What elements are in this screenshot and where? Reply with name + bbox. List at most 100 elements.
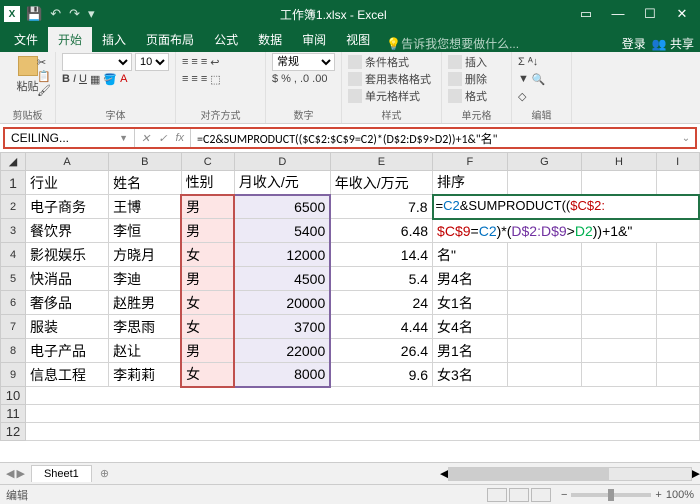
currency-icon[interactable]: $ [272, 73, 278, 85]
cell[interactable]: 5.4 [330, 267, 432, 291]
scroll-left-icon[interactable]: ◀ [440, 467, 448, 480]
tab-review[interactable]: 审阅 [292, 27, 336, 52]
cell[interactable]: 服装 [26, 315, 109, 339]
autosum-icon[interactable]: Σ [518, 56, 525, 68]
cell[interactable]: 男1名 [433, 339, 508, 363]
col-header[interactable]: H [582, 153, 657, 171]
hscroll-track[interactable] [448, 467, 691, 481]
sheet-nav-first-icon[interactable]: ◀ [6, 467, 14, 480]
tell-me[interactable]: 💡 告诉我您想要做什么... [386, 35, 519, 52]
row-header[interactable]: 9 [1, 363, 26, 387]
col-header[interactable]: B [109, 153, 181, 171]
close-icon[interactable]: ✕ [668, 6, 696, 22]
sheet-tab[interactable]: Sheet1 [31, 465, 92, 482]
tab-data[interactable]: 数据 [248, 27, 292, 52]
cell[interactable]: 李莉莉 [109, 363, 181, 387]
row-header[interactable]: 6 [1, 291, 26, 315]
cell[interactable] [656, 267, 699, 291]
minimize-icon[interactable]: — [604, 6, 632, 22]
cell[interactable]: 3700 [234, 315, 330, 339]
cell[interactable] [507, 267, 582, 291]
row-header[interactable]: 12 [1, 423, 26, 441]
sheet-nav-last-icon[interactable]: ▶ [16, 467, 24, 480]
tab-pagelayout[interactable]: 页面布局 [136, 27, 204, 52]
row-header[interactable]: 10 [1, 387, 26, 405]
cell[interactable]: 4.44 [330, 315, 432, 339]
cell[interactable] [507, 363, 582, 387]
cell[interactable]: 女1名 [433, 291, 508, 315]
cell[interactable]: 赵让 [109, 339, 181, 363]
merge-icon[interactable]: ⬚ [210, 73, 220, 86]
cancel-formula-icon[interactable]: ✕ [141, 132, 150, 145]
cell[interactable]: 女 [181, 291, 234, 315]
find-icon[interactable]: 🔍 [532, 73, 546, 86]
table-format-button[interactable]: 套用表格格式 [348, 71, 435, 87]
add-sheet-button[interactable]: ⊕ [92, 467, 117, 480]
cell[interactable]: 男 [181, 219, 234, 243]
undo-icon[interactable]: ↶ [50, 6, 61, 22]
format-cells-button[interactable]: 格式 [448, 88, 505, 104]
font-size[interactable]: 10 [135, 53, 169, 71]
login-link[interactable]: 登录 [622, 35, 646, 52]
cell[interactable]: 性别 [181, 171, 234, 195]
cell[interactable] [582, 291, 657, 315]
col-header[interactable]: A [26, 153, 109, 171]
cell[interactable]: 女4名 [433, 315, 508, 339]
fx-icon[interactable]: fx [175, 132, 184, 144]
cell[interactable] [656, 171, 699, 195]
fill-icon[interactable]: ▼ [518, 73, 529, 85]
copy-icon[interactable]: 📋 [37, 70, 51, 83]
row-header[interactable]: 4 [1, 243, 26, 267]
cell[interactable] [582, 243, 657, 267]
cell[interactable]: 姓名 [109, 171, 181, 195]
cell[interactable]: 李迪 [109, 267, 181, 291]
cell[interactable]: 李恒 [109, 219, 181, 243]
font-select[interactable] [62, 53, 132, 71]
cell[interactable] [26, 387, 700, 405]
cell[interactable]: 信息工程 [26, 363, 109, 387]
zoom-level[interactable]: 100% [666, 489, 694, 501]
row-header[interactable]: 8 [1, 339, 26, 363]
col-header[interactable]: D [234, 153, 330, 171]
sort-icon[interactable]: ᴬ↓ [528, 56, 538, 68]
cell[interactable]: 快消品 [26, 267, 109, 291]
cell[interactable] [656, 315, 699, 339]
active-cell[interactable]: =C2&SUMPRODUCT(($C$2: [433, 195, 699, 219]
cell[interactable] [656, 243, 699, 267]
cell[interactable]: 李思雨 [109, 315, 181, 339]
cell[interactable]: 男 [181, 195, 234, 219]
row-header[interactable]: 11 [1, 405, 26, 423]
cell[interactable]: 女 [181, 243, 234, 267]
comma-icon[interactable]: , [294, 73, 297, 85]
share-button[interactable]: 👥 共享 [652, 35, 694, 52]
cell[interactable] [26, 405, 700, 423]
cell[interactable]: 排序 [433, 171, 508, 195]
align-right-icon[interactable]: ≡ [201, 73, 207, 85]
cell[interactable] [656, 291, 699, 315]
cell[interactable]: 6500 [234, 195, 330, 219]
cell[interactable] [582, 363, 657, 387]
col-header[interactable]: E [330, 153, 432, 171]
cell[interactable]: 女 [181, 363, 234, 387]
percent-icon[interactable]: % [281, 73, 291, 85]
cell[interactable]: 男4名 [433, 267, 508, 291]
wrap-icon[interactable]: ↩ [210, 56, 219, 69]
inc-dec-icon[interactable]: .0 [300, 73, 309, 85]
row-header[interactable]: 2 [1, 195, 26, 219]
tab-file[interactable]: 文件 [4, 27, 48, 52]
cell[interactable]: 女3名 [433, 363, 508, 387]
worksheet-grid[interactable]: ◢ A B C D E F G H I 1 行业 姓名 性别 月收入/元 年收入… [0, 152, 700, 462]
row-header[interactable]: 1 [1, 171, 26, 195]
align-top-icon[interactable]: ≡ [182, 56, 188, 68]
zoom-slider[interactable] [571, 493, 651, 497]
col-header[interactable]: I [656, 153, 699, 171]
border-icon[interactable]: ▦ [90, 73, 100, 86]
row-header[interactable]: 5 [1, 267, 26, 291]
cell[interactable]: 电子产品 [26, 339, 109, 363]
cell[interactable]: 奢侈品 [26, 291, 109, 315]
tab-formulas[interactable]: 公式 [204, 27, 248, 52]
cell[interactable]: 14.4 [330, 243, 432, 267]
fill-color-icon[interactable]: 🪣 [103, 73, 117, 86]
enter-formula-icon[interactable]: ✓ [158, 132, 167, 145]
insert-cells-button[interactable]: 插入 [448, 54, 505, 70]
